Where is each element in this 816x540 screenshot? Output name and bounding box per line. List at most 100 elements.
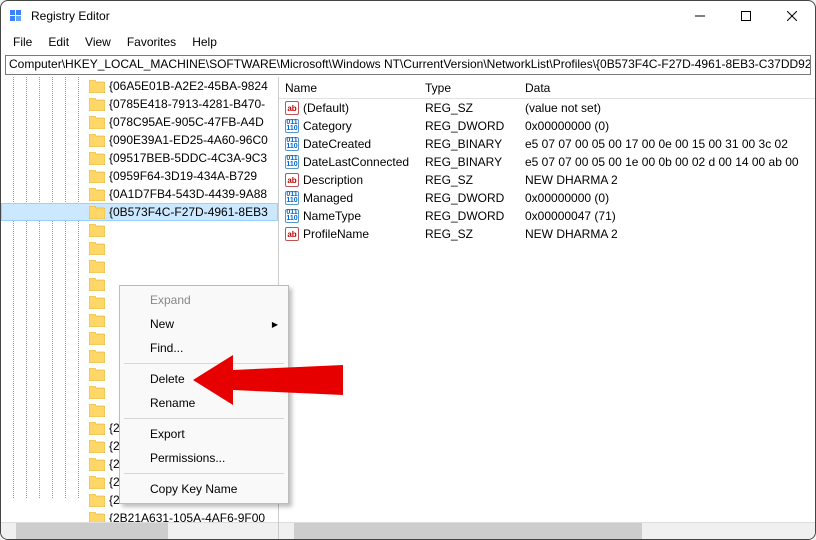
menubar: File Edit View Favorites Help xyxy=(1,31,815,53)
string-value-icon: ab xyxy=(285,173,299,187)
list-scrollbar-h[interactable] xyxy=(279,522,815,539)
maximize-button[interactable] xyxy=(723,1,769,31)
tree-item-label: {0B573F4C-F27D-4961-8EB3 xyxy=(109,205,268,219)
value-data: NEW DHARMA 2 xyxy=(519,173,815,187)
value-data: e5 07 07 00 05 00 1e 00 0b 00 02 d 00 14… xyxy=(519,155,815,169)
menu-file[interactable]: File xyxy=(5,33,40,51)
tree-item[interactable] xyxy=(1,221,278,239)
value-name: NameType xyxy=(303,209,361,223)
value-type: REG_SZ xyxy=(419,227,519,241)
string-value-icon: ab xyxy=(285,101,299,115)
menu-favorites[interactable]: Favorites xyxy=(119,33,184,51)
value-row[interactable]: 011 110DateCreatedREG_BINARYe5 07 07 00 … xyxy=(279,135,815,153)
column-name[interactable]: Name xyxy=(279,79,419,97)
value-name: DateCreated xyxy=(303,137,371,151)
tree-item-label: {090E39A1-ED25-4A60-96C0 xyxy=(109,133,268,147)
folder-icon xyxy=(89,296,105,309)
value-type: REG_SZ xyxy=(419,173,519,187)
tree-item[interactable]: {0B573F4C-F27D-4961-8EB3 xyxy=(1,203,278,221)
value-row[interactable]: ab Description REG_SZNEW DHARMA 2 xyxy=(279,171,815,189)
value-name: Category xyxy=(303,119,352,133)
folder-icon xyxy=(89,368,105,381)
value-row[interactable]: 011 110DateLastConnectedREG_BINARYe5 07 … xyxy=(279,153,815,171)
folder-icon xyxy=(89,80,105,93)
tree-item[interactable]: {0959F64-3D19-434A-B729 xyxy=(1,167,278,185)
tree-item-label: {078C95AE-905C-47FB-A4D xyxy=(109,115,264,129)
scrollbar-area xyxy=(1,522,815,539)
tree-item[interactable]: {06A5E01B-A2E2-45BA-9824 xyxy=(1,77,278,95)
ctx-expand: Expand xyxy=(122,288,286,312)
value-row[interactable]: ab ProfileName REG_SZNEW DHARMA 2 xyxy=(279,225,815,243)
submenu-arrow-icon: ▶ xyxy=(272,320,278,329)
tree-item[interactable] xyxy=(1,257,278,275)
column-type[interactable]: Type xyxy=(419,79,519,97)
value-row[interactable]: 011 110NameTypeREG_DWORD0x00000047 (71) xyxy=(279,207,815,225)
menu-help[interactable]: Help xyxy=(184,33,225,51)
tree-item-label: {0A1D7FB4-543D-4439-9A88 xyxy=(109,187,267,201)
value-name: (Default) xyxy=(303,101,349,115)
value-row[interactable]: 011 110CategoryREG_DWORD0x00000000 (0) xyxy=(279,117,815,135)
tree-item-label: {2B21A631-105A-4AF6-9F00 xyxy=(109,511,265,522)
tree-item[interactable]: {09517BEB-5DDC-4C3A-9C3 xyxy=(1,149,278,167)
list-header: Name Type Data xyxy=(279,77,815,99)
tree-item[interactable] xyxy=(1,239,278,257)
value-type: REG_DWORD xyxy=(419,191,519,205)
tree-item[interactable]: {0A1D7FB4-543D-4439-9A88 xyxy=(1,185,278,203)
values-pane[interactable]: Name Type Data ab(Default)REG_SZ(value n… xyxy=(279,77,815,522)
value-name: Managed xyxy=(303,191,353,205)
folder-icon xyxy=(89,494,105,507)
value-data: NEW DHARMA 2 xyxy=(519,227,815,241)
content-area: {06A5E01B-A2E2-45BA-9824 {0785E418-7913-4… xyxy=(1,77,815,522)
ctx-copy-key[interactable]: Copy Key Name xyxy=(122,477,286,501)
folder-icon xyxy=(89,512,105,523)
window-controls xyxy=(677,1,815,31)
binary-value-icon: 011 110 xyxy=(285,137,299,151)
menu-view[interactable]: View xyxy=(77,33,119,51)
folder-icon xyxy=(89,188,105,201)
ctx-export[interactable]: Export xyxy=(122,422,286,446)
folder-icon xyxy=(89,152,105,165)
value-data: e5 07 07 00 05 00 17 00 0e 00 15 00 31 0… xyxy=(519,137,815,151)
value-data: 0x00000000 (0) xyxy=(519,191,815,205)
separator xyxy=(124,418,284,419)
value-row[interactable]: 011 110 Managed REG_DWORD0x00000000 (0) xyxy=(279,189,815,207)
binary-value-icon: 011 110 xyxy=(285,191,299,205)
ctx-rename[interactable]: Rename xyxy=(122,391,286,415)
folder-icon xyxy=(89,332,105,345)
folder-icon xyxy=(89,386,105,399)
ctx-permissions[interactable]: Permissions... xyxy=(122,446,286,470)
value-name: Description xyxy=(303,173,363,187)
tree-item-label: {0785E418-7913-4281-B470- xyxy=(109,97,265,111)
ctx-find[interactable]: Find... xyxy=(122,336,286,360)
tree-item[interactable]: {078C95AE-905C-47FB-A4D xyxy=(1,113,278,131)
value-type: REG_DWORD xyxy=(419,119,519,133)
value-row[interactable]: ab(Default)REG_SZ(value not set) xyxy=(279,99,815,117)
binary-value-icon: 011 110 xyxy=(285,119,299,133)
ctx-delete[interactable]: Delete xyxy=(122,367,286,391)
binary-value-icon: 011 110 xyxy=(285,209,299,223)
tree-item[interactable]: {2B21A631-105A-4AF6-9F00 xyxy=(1,509,278,522)
string-value-icon: ab xyxy=(285,227,299,241)
close-button[interactable] xyxy=(769,1,815,31)
value-name: ProfileName xyxy=(303,227,369,241)
ctx-new[interactable]: New ▶ xyxy=(122,312,286,336)
folder-icon xyxy=(89,440,105,453)
folder-icon xyxy=(89,314,105,327)
address-bar[interactable]: Computer\HKEY_LOCAL_MACHINE\SOFTWARE\Mic… xyxy=(5,55,811,75)
menu-edit[interactable]: Edit xyxy=(40,33,77,51)
tree-scrollbar-h[interactable] xyxy=(1,522,278,539)
column-data[interactable]: Data xyxy=(519,79,815,97)
folder-icon xyxy=(89,350,105,363)
tree-item-label: {09517BEB-5DDC-4C3A-9C3 xyxy=(109,151,267,165)
titlebar[interactable]: Registry Editor xyxy=(1,1,815,31)
minimize-button[interactable] xyxy=(677,1,723,31)
folder-icon xyxy=(89,98,105,111)
tree-item[interactable]: {0785E418-7913-4281-B470- xyxy=(1,95,278,113)
folder-icon xyxy=(89,278,105,291)
tree-item-label: {06A5E01B-A2E2-45BA-9824 xyxy=(109,79,268,93)
value-type: REG_DWORD xyxy=(419,209,519,223)
value-name: DateLastConnected xyxy=(303,155,409,169)
tree-item[interactable]: {090E39A1-ED25-4A60-96C0 xyxy=(1,131,278,149)
folder-icon xyxy=(89,116,105,129)
folder-icon xyxy=(89,134,105,147)
